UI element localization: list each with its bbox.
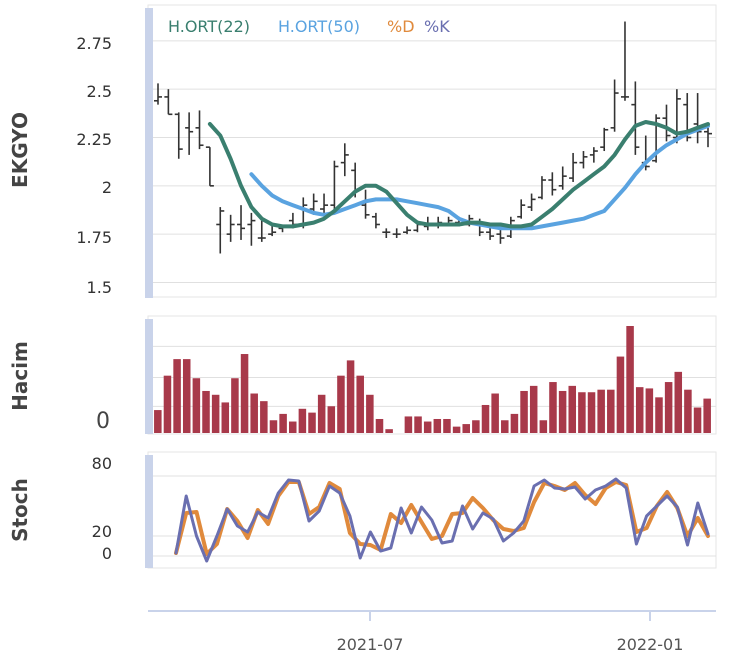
volume-bar xyxy=(414,416,422,433)
volume-bar xyxy=(154,410,162,433)
volume-bar xyxy=(202,390,210,433)
volume-bar xyxy=(597,389,605,433)
price-tick-label: 1.5 xyxy=(87,278,112,297)
volume-bar xyxy=(626,326,634,433)
volume-bar xyxy=(240,354,249,433)
price-y-axis: 2.75 2.5 2.25 2 1.75 1.5 xyxy=(76,34,112,297)
stoch-panel: Stoch 80 20 0 xyxy=(8,451,717,569)
price-panel: 2.75 2.5 2.25 2 1.75 1.5 EKGYO H.ORT(22)… xyxy=(8,4,717,298)
volume-bar xyxy=(385,429,393,433)
volume-axis-title: Hacim xyxy=(8,341,32,411)
volume-bar xyxy=(279,413,287,433)
volume-bar xyxy=(510,413,519,433)
volume-bar xyxy=(462,424,470,433)
volume-bar xyxy=(260,401,268,433)
legend-item-stoch-d[interactable]: %D xyxy=(387,17,415,36)
volume-bar xyxy=(317,394,326,433)
volume-bar xyxy=(481,404,490,433)
stoch-tick-label: 80 xyxy=(92,454,112,473)
volume-bar xyxy=(182,359,191,433)
volume-bar xyxy=(558,390,567,433)
volume-bar xyxy=(298,408,307,433)
price-scrollbar[interactable] xyxy=(145,8,153,298)
volume-bar xyxy=(645,388,654,433)
price-panel-frame xyxy=(147,4,717,298)
legend-item-stoch-k[interactable]: %K xyxy=(424,17,450,36)
volume-bar xyxy=(404,416,413,433)
volume-bar xyxy=(433,418,442,433)
price-tick-label: 2.25 xyxy=(76,130,112,149)
volume-bar xyxy=(549,382,557,433)
volume-tick-label: 0 xyxy=(96,409,110,434)
volume-bar xyxy=(221,402,230,433)
volume-bar xyxy=(452,426,461,433)
price-axis-title: EKGYO xyxy=(8,112,32,188)
volume-bar xyxy=(472,420,480,433)
volume-bar xyxy=(269,420,278,433)
volume-bar xyxy=(578,392,586,433)
volume-bar xyxy=(356,375,364,433)
volume-bar xyxy=(529,385,538,433)
volume-bar xyxy=(568,385,577,433)
time-tick-label: 2022-01 xyxy=(617,635,684,654)
volume-bar xyxy=(616,356,625,433)
stoch-tick-label: 0 xyxy=(102,544,112,563)
time-axis: 2021-07 2022-01 xyxy=(148,610,716,654)
volume-bar xyxy=(327,406,336,433)
price-tick-label: 2.5 xyxy=(87,82,112,101)
volume-bar xyxy=(192,378,201,433)
volume-bar xyxy=(539,420,548,433)
volume-bar xyxy=(635,387,644,433)
volume-bar xyxy=(655,397,663,433)
volume-bar xyxy=(211,394,220,433)
volume-bar xyxy=(520,390,528,433)
volume-bar xyxy=(173,359,181,433)
price-tick-label: 2.75 xyxy=(76,34,112,53)
volume-scrollbar[interactable] xyxy=(145,319,153,434)
legend-item-ma50[interactable]: H.ORT(50) xyxy=(278,17,360,36)
volume-panel: Hacim 0 xyxy=(8,315,717,435)
volume-bar xyxy=(587,392,596,433)
volume-bar xyxy=(346,360,355,433)
volume-bar xyxy=(607,389,615,433)
volume-bar xyxy=(693,407,702,433)
volume-bar xyxy=(501,420,509,433)
stoch-tick-label: 20 xyxy=(92,522,112,541)
volume-bar xyxy=(664,382,673,433)
volume-bar xyxy=(308,412,316,433)
volume-bar xyxy=(684,389,692,433)
stoch-axis-title: Stoch xyxy=(8,478,32,542)
volume-bar xyxy=(337,375,345,433)
volume-bar xyxy=(674,371,683,433)
volume-bar xyxy=(288,421,297,433)
legend-item-ma22[interactable]: H.ORT(22) xyxy=(168,17,250,36)
price-tick-label: 2 xyxy=(102,178,112,197)
price-tick-label: 1.75 xyxy=(76,228,112,247)
time-tick-label: 2021-07 xyxy=(337,635,404,654)
stoch-scrollbar[interactable] xyxy=(145,455,153,568)
volume-bar xyxy=(491,393,499,433)
volume-bar xyxy=(163,375,172,433)
volume-bar xyxy=(366,394,374,433)
legend: H.ORT(22) H.ORT(50) %D %K xyxy=(168,17,450,36)
volume-bar xyxy=(443,418,451,433)
volume-bar xyxy=(231,378,239,433)
stock-chart: 2.75 2.5 2.25 2 1.75 1.5 EKGYO H.ORT(22)… xyxy=(8,4,717,654)
volume-bar xyxy=(703,398,711,433)
volume-bar xyxy=(250,393,258,433)
volume-bar xyxy=(375,418,384,433)
volume-bar xyxy=(423,421,432,433)
